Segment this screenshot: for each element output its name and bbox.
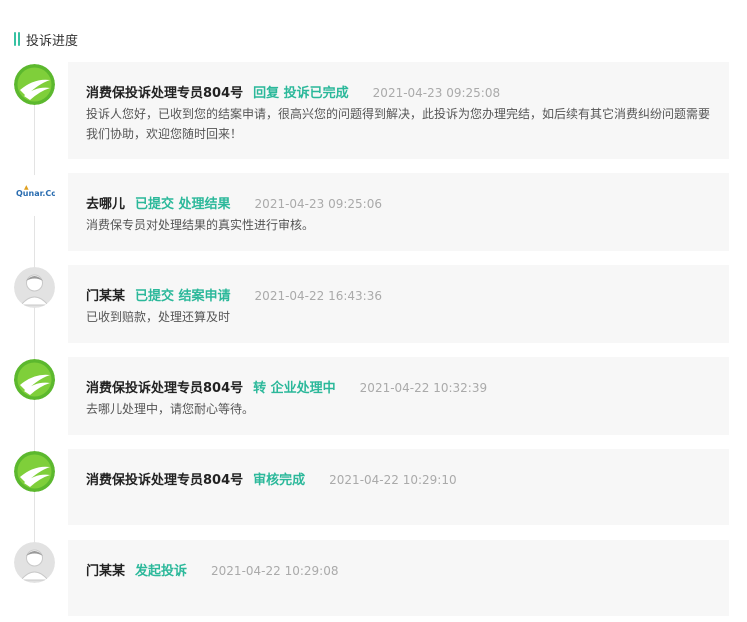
entry-content: 投诉人您好，已收到您的结案申请，很高兴您的问题得到解决，此投诉为您办理完结，如后… [86,107,711,141]
entry-author: 门某某 [86,564,126,579]
entry-status: 审核完成 [253,473,306,488]
section-header: 投诉进度 [14,30,79,49]
entry-content: 去哪儿处理中，请您耐心等待。 [86,402,255,416]
entry-status: 已提交 处理结果 [135,197,231,212]
xiaofeibao-logo-icon [14,64,55,105]
entry-card: 消费保投诉处理专员804号 转 企业处理中 2021-04-22 10:32:3… [68,357,729,435]
xiaofeibao-logo-icon [14,359,55,400]
entry-status: 回复 投诉已完成 [253,86,349,101]
section-title: 投诉进度 [26,33,79,49]
header-accent-icon [14,32,20,46]
entry-time: 2021-04-23 09:25:08 [372,86,501,100]
entry-card: 去哪儿 已提交 处理结果 2021-04-23 09:25:06 消费保专员对处… [68,173,729,251]
entry-card: 消费保投诉处理专员804号 审核完成 2021-04-22 10:29:10 [68,449,729,525]
timeline-line [34,98,35,568]
entry-card: 门某某 发起投诉 2021-04-22 10:29:08 [68,540,729,616]
entry-time: 2021-04-23 09:25:06 [254,197,382,211]
entry-time: 2021-04-22 16:43:36 [254,289,382,303]
entry-time: 2021-04-22 10:32:39 [359,381,488,395]
qunar-logo-text: Qunar.Com [16,189,55,198]
entry-time: 2021-04-22 10:29:08 [211,564,339,578]
entry-author: 消费保投诉处理专员804号 [86,381,244,396]
entry-author: 消费保投诉处理专员804号 [86,86,244,101]
xiaofeibao-logo-icon [14,451,55,492]
entry-time: 2021-04-22 10:29:10 [329,473,457,487]
entry-status: 发起投诉 [135,564,188,579]
qunar-logo-icon: ▲ Qunar.Com [14,175,55,216]
entry-author: 去哪儿 [86,197,126,212]
entry-card: 门某某 已提交 结案申请 2021-04-22 16:43:36 已收到赔款，处… [68,265,729,343]
user-avatar-icon [14,267,55,308]
entry-status: 已提交 结案申请 [135,289,231,304]
user-avatar-icon [14,542,55,583]
entry-author: 门某某 [86,289,126,304]
entry-content: 已收到赔款，处理还算及时 [86,310,231,324]
entry-card: 消费保投诉处理专员804号 回复 投诉已完成 2021-04-23 09:25:… [68,62,729,159]
entry-content: 消费保专员对处理结果的真实性进行审核。 [86,218,315,232]
entry-author: 消费保投诉处理专员804号 [86,473,244,488]
entry-status: 转 企业处理中 [253,381,336,396]
